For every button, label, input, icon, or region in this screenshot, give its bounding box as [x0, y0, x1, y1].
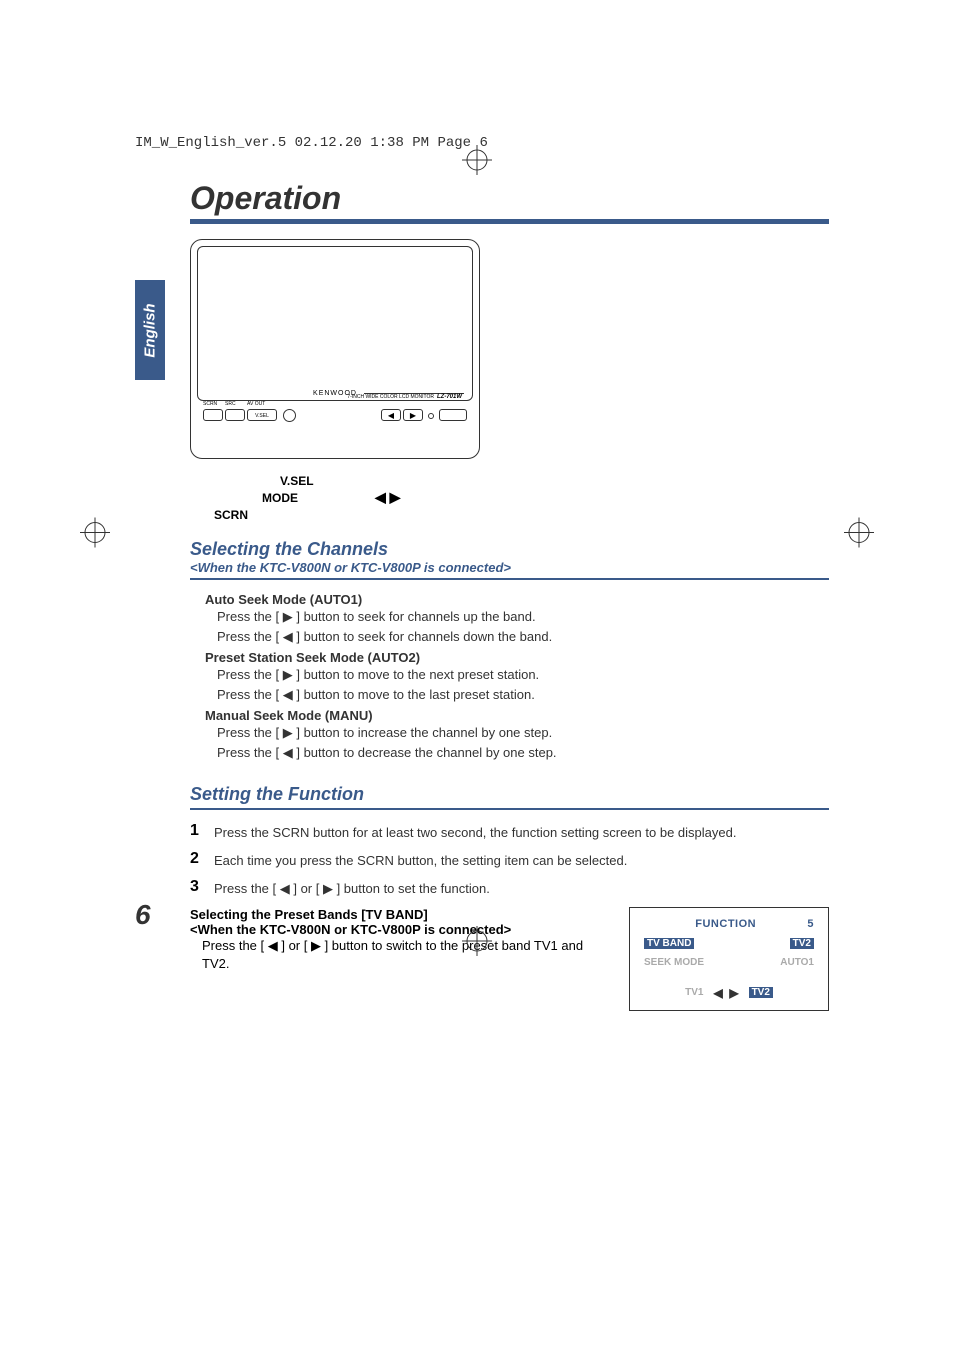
manu-line2: Press the [ ◀ ] button to decrease the c… — [217, 743, 829, 763]
step-number: 1 — [190, 822, 204, 840]
right-arrow-button[interactable]: ▶ — [403, 409, 423, 421]
annotation-scrn: SCRN — [214, 508, 248, 522]
device-diagram: KENWOOD 7-INCH WIDE COLOR LCD MONITOR LZ… — [190, 239, 829, 459]
function-box-number: 5 — [807, 918, 814, 930]
device-subtext: 7-INCH WIDE COLOR LCD MONITOR — [347, 394, 434, 400]
step2-text: Each time you press the SCRN button, the… — [214, 850, 627, 870]
tvband-value: TV2 — [790, 938, 814, 949]
registration-mark-icon — [844, 518, 874, 553]
auto2-line2: Press the [ ◀ ] button to move to the la… — [217, 685, 829, 705]
scrn-button[interactable] — [203, 409, 223, 421]
step-number: 3 — [190, 878, 204, 896]
language-label: English — [142, 303, 159, 357]
power-button[interactable] — [439, 409, 467, 421]
preset-body: Press the [ ◀ ] or [ ▶ ] button to switc… — [202, 937, 609, 973]
auto2-title: Preset Station Seek Mode (AUTO2) — [205, 650, 829, 665]
footer-tv2: TV2 — [749, 987, 773, 998]
knob[interactable] — [283, 409, 296, 422]
sub-underline — [190, 808, 829, 810]
footer-arrows-icon: ◀ ▶ — [713, 986, 738, 1000]
function-osd-box: FUNCTION 5 TV BAND TV2 SEEK MODE AUTO1 T… — [629, 907, 829, 1011]
setting-function-title: Setting the Function — [190, 784, 829, 805]
indicator-light — [428, 413, 434, 419]
function-box-title: FUNCTION — [695, 918, 756, 930]
annotation-vsel: V.SEL — [280, 474, 314, 488]
src-label: SRC — [225, 401, 236, 407]
annotation-mode: MODE — [262, 491, 298, 505]
auto1-line1: Press the [ ▶ ] button to seek for chann… — [217, 607, 829, 627]
footer-tv1: TV1 — [685, 987, 703, 998]
section-title: Operation — [190, 180, 829, 217]
auto2-line1: Press the [ ▶ ] button to move to the ne… — [217, 665, 829, 685]
src-button[interactable] — [225, 409, 245, 421]
print-header: IM_W_English_ver.5 02.12.20 1:38 PM Page… — [135, 135, 488, 151]
auto1-line2: Press the [ ◀ ] button to seek for chann… — [217, 627, 829, 647]
seekmode-label: SEEK MODE — [644, 957, 704, 968]
device-model: LZ-701W — [437, 394, 462, 400]
selecting-channels-title: Selecting the Channels — [190, 539, 829, 560]
preset-heading: Selecting the Preset Bands [TV BAND] — [190, 907, 609, 922]
page-number: 6 — [135, 899, 151, 931]
title-underline — [190, 219, 829, 224]
step3-text: Press the [ ◀ ] or [ ▶ ] button to set t… — [214, 878, 490, 898]
tvband-label: TV BAND — [644, 938, 694, 949]
step-number: 2 — [190, 850, 204, 868]
auto1-title: Auto Seek Mode (AUTO1) — [205, 592, 829, 607]
scrn-label: SCRN — [203, 401, 217, 407]
sub-underline — [190, 578, 829, 580]
preset-sub: <When the KTC-V800N or KTC-V800P is conn… — [190, 922, 609, 937]
registration-mark-icon — [462, 145, 492, 180]
vsel-button[interactable]: V.SEL — [247, 409, 277, 421]
selecting-channels-subtitle: <When the KTC-V800N or KTC-V800P is conn… — [190, 560, 829, 575]
registration-mark-icon — [462, 926, 492, 961]
avout-label: AV OUT — [247, 401, 265, 407]
left-arrow-button[interactable]: ◀ — [381, 409, 401, 421]
step1-text: Press the SCRN button for at least two s… — [214, 822, 736, 842]
registration-mark-icon — [80, 518, 110, 553]
language-tab: English — [135, 280, 165, 380]
seekmode-value: AUTO1 — [780, 957, 814, 968]
manu-line1: Press the [ ▶ ] button to increase the c… — [217, 723, 829, 743]
manu-title: Manual Seek Mode (MANU) — [205, 708, 829, 723]
annotation-arrows: ◀ ▶ — [375, 489, 400, 506]
